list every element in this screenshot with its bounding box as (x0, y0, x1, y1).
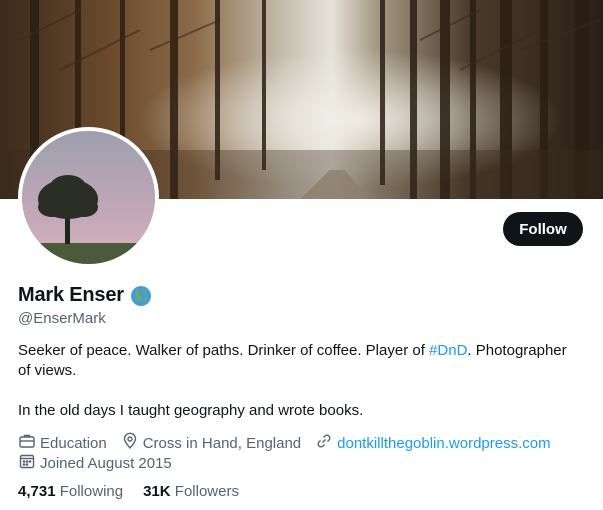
tree-avatar-image (22, 131, 155, 264)
website-link[interactable]: dontkillthegoblin.wordpress.com (337, 435, 550, 452)
bio-text: Seeker of peace. Walker of paths. Drinke… (18, 342, 430, 359)
handle: @EnserMark (18, 310, 106, 327)
category-item: Education (18, 432, 107, 454)
joined-item: Joined August 2015 (18, 452, 172, 474)
followers-count: 31K (143, 483, 171, 500)
joined-label: Joined August 2015 (40, 454, 172, 472)
link-icon (315, 432, 337, 454)
avatar[interactable] (18, 127, 159, 268)
profile-meta-row: Education Cross in Hand, England dontkil… (18, 432, 565, 454)
follow-button[interactable]: Follow (503, 212, 583, 246)
bio: Seeker of peace. Walker of paths. Drinke… (18, 341, 583, 381)
profile-name-row: Mark Enser (18, 284, 152, 307)
followers-stat[interactable]: 31K Followers (143, 483, 239, 500)
location-label: Cross in Hand, England (142, 434, 302, 452)
following-count: 4,731 (18, 483, 56, 500)
joined-row: Joined August 2015 (18, 452, 186, 474)
following-stat[interactable]: 4,731 Following (18, 483, 123, 500)
category-label: Education (40, 434, 107, 452)
location-pin-icon (121, 432, 143, 454)
display-name: Mark Enser (18, 284, 124, 306)
location-item: Cross in Hand, England (121, 432, 301, 454)
bio-second-paragraph: In the old days I taught geography and w… (18, 402, 364, 419)
followers-label: Followers (174, 483, 239, 500)
globe-icon (130, 285, 152, 307)
hashtag-link[interactable]: #DnD (429, 342, 467, 359)
following-label: Following (59, 483, 124, 500)
calendar-icon (18, 452, 40, 474)
website-item[interactable]: dontkillthegoblin.wordpress.com (315, 432, 551, 454)
briefcase-icon (18, 432, 40, 454)
follow-stats: 4,731 Following 31K Followers (18, 483, 259, 500)
